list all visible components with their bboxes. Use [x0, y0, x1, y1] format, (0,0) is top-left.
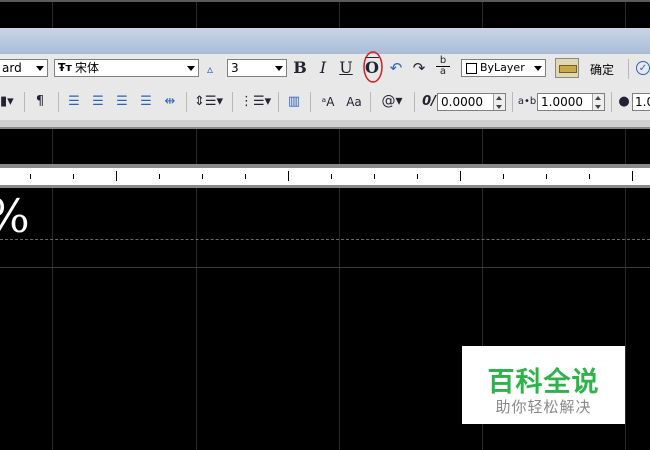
oblique-angle-field[interactable]: 0.0000: [437, 93, 506, 111]
truetype-font-icon: Ŧт: [58, 61, 72, 74]
spinner-icon[interactable]: [592, 94, 604, 110]
text-formatting-toolbar-row1: ard Ŧт 宋体 ▵ 3 B I U O ↶ ↷ b a ByLayer 确定…: [0, 51, 650, 85]
chevron-down-icon: [272, 60, 286, 76]
distribute-icon[interactable]: ⇹: [162, 94, 178, 110]
underline-button[interactable]: U: [338, 60, 354, 76]
bold-button[interactable]: B: [292, 60, 308, 76]
watermark-logo: 百科全说 助你轻松解决: [462, 346, 625, 424]
canvas-gap: [0, 129, 650, 164]
justify-icon[interactable]: ☰: [138, 94, 154, 110]
width-factor-field[interactable]: 1.0: [632, 93, 650, 111]
highlight-circle-icon: [363, 51, 383, 83]
symbol-icon[interactable]: @▾: [378, 93, 406, 109]
ruler-icon: [559, 65, 577, 73]
insert-field-icon[interactable]: ▥: [286, 94, 302, 110]
separator: [628, 59, 629, 79]
watermark-title: 百科全说: [487, 367, 600, 398]
separator: [186, 92, 187, 112]
text-ruler[interactable]: [0, 164, 650, 188]
text-formatting-toolbar-row2: ▮▾ ¶ ☰ ☰ ☰ ☰ ⇹ ⇕☰▾ ⋮☰▾ ▥ ᵃA Aa @▾ 0/ 0.0…: [0, 84, 650, 120]
upper-canvas-strip: [0, 2, 650, 28]
chevron-down-icon: [531, 60, 545, 76]
separator: [310, 92, 311, 112]
italic-button[interactable]: I: [316, 60, 330, 76]
text-baseline: [0, 239, 650, 240]
spinner-icon[interactable]: [493, 94, 505, 110]
annotative-icon[interactable]: ▵: [203, 61, 217, 77]
canvas-text-fragment[interactable]: %: [0, 192, 30, 240]
style-select[interactable]: ard: [0, 59, 48, 77]
tracking-field[interactable]: 1.0000: [537, 93, 605, 111]
font-select[interactable]: Ŧт 宋体: [54, 59, 199, 77]
text-height-field[interactable]: 3: [227, 59, 287, 77]
options-icon[interactable]: ✓: [636, 61, 650, 75]
stack-icon[interactable]: b a: [436, 56, 450, 77]
uppercase-icon[interactable]: ᵃA: [318, 94, 338, 110]
line-spacing-icon[interactable]: ⇕☰▾: [194, 94, 223, 110]
separator: [232, 92, 233, 112]
mtext-justification-icon[interactable]: ¶: [32, 94, 48, 110]
separator: [611, 92, 612, 112]
color-swatch-icon: [466, 63, 477, 74]
undo-icon[interactable]: ↶: [388, 60, 404, 76]
chevron-down-icon: [33, 60, 47, 76]
align-left-icon[interactable]: ☰: [66, 94, 82, 110]
separator: [370, 92, 371, 112]
align-right-icon[interactable]: ☰: [114, 94, 130, 110]
tracking-icon: a•b: [517, 96, 537, 107]
numbering-icon[interactable]: ⋮☰▾: [240, 94, 271, 110]
separator: [278, 92, 279, 112]
align-center-icon[interactable]: ☰: [90, 94, 106, 110]
separator: [58, 92, 59, 112]
separator: [512, 92, 513, 112]
toolbar-bottom-border: [0, 120, 650, 129]
chevron-down-icon: [184, 60, 198, 76]
color-select[interactable]: ByLayer: [461, 59, 546, 77]
oblique-angle-icon: 0/: [422, 94, 436, 109]
lowercase-icon[interactable]: Aa: [344, 94, 364, 110]
ok-button[interactable]: 确定: [590, 61, 614, 78]
separator: [24, 92, 25, 112]
text-formatting-titlebar[interactable]: [0, 28, 650, 54]
width-factor-icon: ●: [618, 94, 630, 109]
redo-icon[interactable]: ↷: [411, 60, 427, 76]
ruler-toggle-button[interactable]: [555, 58, 579, 78]
separator: [414, 92, 415, 112]
watermark-subtitle: 助你轻松解决: [495, 398, 592, 416]
columns-icon[interactable]: ▮▾: [0, 94, 14, 110]
